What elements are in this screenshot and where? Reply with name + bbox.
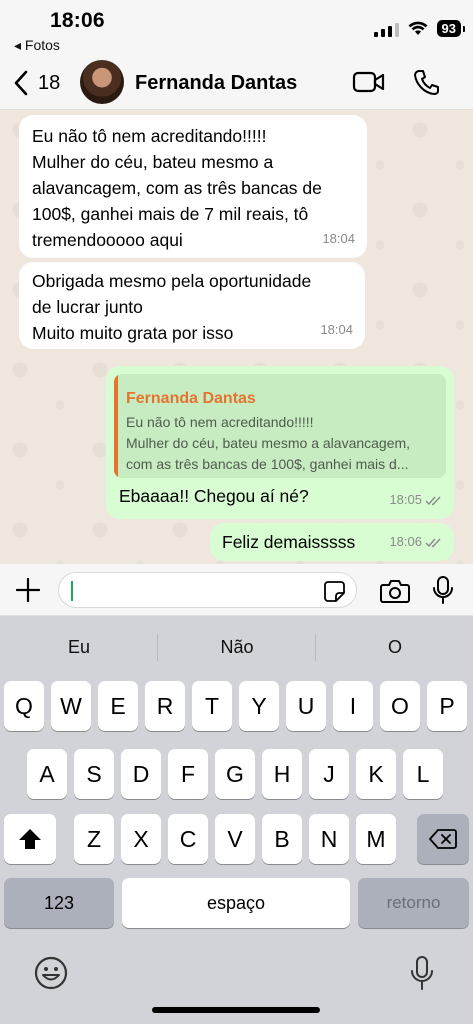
camera-icon[interactable] bbox=[380, 579, 410, 603]
key-p[interactable]: P bbox=[427, 681, 467, 731]
key-d[interactable]: D bbox=[121, 749, 161, 799]
key-q[interactable]: Q bbox=[4, 681, 44, 731]
home-indicator bbox=[152, 1007, 320, 1013]
cellular-signal-icon bbox=[373, 21, 399, 37]
key-n[interactable]: N bbox=[309, 814, 349, 864]
voice-call-icon[interactable] bbox=[413, 68, 439, 96]
battery-indicator: 93 bbox=[436, 20, 466, 37]
key-i[interactable]: I bbox=[333, 681, 373, 731]
chat-messages[interactable]: Eu não tô nem acreditando!!!!! Mulher do… bbox=[0, 110, 473, 564]
status-icons: 93 bbox=[373, 20, 466, 37]
microphone-icon[interactable] bbox=[432, 576, 454, 604]
message-text: Obrigada mesmo pela oportunidade de lucr… bbox=[32, 271, 312, 343]
attach-plus-icon[interactable] bbox=[16, 578, 40, 602]
key-x[interactable]: X bbox=[121, 814, 161, 864]
emoji-icon[interactable] bbox=[34, 956, 68, 990]
key-g[interactable]: G bbox=[215, 749, 255, 799]
space-key[interactable]: espaço bbox=[122, 878, 350, 928]
key-u[interactable]: U bbox=[286, 681, 326, 731]
message-text: Ebaaaa!! Chegou aí né? bbox=[119, 486, 309, 506]
key-f[interactable]: F bbox=[168, 749, 208, 799]
key-v[interactable]: V bbox=[215, 814, 255, 864]
key-a[interactable]: A bbox=[27, 749, 67, 799]
wifi-icon bbox=[408, 21, 428, 35]
status-time: 18:06 bbox=[50, 9, 105, 32]
key-l[interactable]: L bbox=[403, 749, 443, 799]
suggestion-item[interactable]: O bbox=[316, 637, 473, 658]
read-ticks-icon bbox=[425, 538, 441, 547]
quote-text: Eu não tô nem acreditando!!!!! Mulher do… bbox=[126, 414, 411, 472]
message-time: 18:04 bbox=[322, 231, 355, 246]
key-m[interactable]: M bbox=[356, 814, 396, 864]
unread-count[interactable]: 18 bbox=[38, 72, 60, 95]
quote-accent-bar bbox=[114, 374, 118, 478]
delete-key[interactable] bbox=[417, 814, 469, 864]
message-text: Feliz demaisssss bbox=[222, 532, 356, 552]
key-c[interactable]: C bbox=[168, 814, 208, 864]
keyboard: Eu Não O Q W E R T Y U I O P A S D F G H… bbox=[0, 616, 473, 1024]
message-outgoing[interactable]: Feliz demaisssss 18:06 bbox=[210, 523, 454, 561]
suggestion-item[interactable]: Não bbox=[158, 637, 316, 658]
video-call-icon[interactable] bbox=[352, 70, 386, 94]
message-meta: 18:04 bbox=[320, 317, 353, 343]
message-meta: 18:06 bbox=[389, 529, 442, 555]
suggestion-item[interactable]: Eu bbox=[0, 637, 158, 658]
key-t[interactable]: T bbox=[192, 681, 232, 731]
key-y[interactable]: Y bbox=[239, 681, 279, 731]
message-input[interactable] bbox=[58, 572, 357, 608]
key-o[interactable]: O bbox=[380, 681, 420, 731]
key-b[interactable]: B bbox=[262, 814, 302, 864]
key-w[interactable]: W bbox=[51, 681, 91, 731]
read-ticks-icon bbox=[425, 496, 441, 505]
shift-icon bbox=[19, 829, 41, 849]
message-meta: 18:04 bbox=[322, 226, 355, 252]
key-k[interactable]: K bbox=[356, 749, 396, 799]
key-h[interactable]: H bbox=[262, 749, 302, 799]
status-bar: 18:06 ◂ Fotos 93 bbox=[0, 0, 473, 56]
shift-key[interactable] bbox=[4, 814, 56, 864]
message-incoming[interactable]: Eu não tô nem acreditando!!!!! Mulher do… bbox=[19, 115, 367, 258]
back-to-app-link[interactable]: ◂ Fotos bbox=[14, 37, 60, 54]
back-chevron-icon[interactable] bbox=[10, 69, 34, 97]
key-s[interactable]: S bbox=[74, 749, 114, 799]
message-composer bbox=[0, 564, 473, 616]
key-z[interactable]: Z bbox=[74, 814, 114, 864]
numbers-key[interactable]: 123 bbox=[4, 878, 114, 928]
message-time: 18:04 bbox=[320, 322, 353, 337]
key-j[interactable]: J bbox=[309, 749, 349, 799]
text-caret bbox=[71, 581, 73, 601]
message-time: 18:06 bbox=[389, 534, 422, 549]
quoted-message[interactable]: Fernanda Dantas Eu não tô nem acreditand… bbox=[114, 374, 446, 478]
chat-header: 18 Fernanda Dantas bbox=[0, 56, 473, 110]
message-incoming[interactable]: Obrigada mesmo pela oportunidade de lucr… bbox=[19, 262, 365, 349]
key-r[interactable]: R bbox=[145, 681, 185, 731]
dictation-microphone-icon[interactable] bbox=[410, 956, 434, 990]
message-meta: 18:05 bbox=[389, 487, 442, 513]
backspace-icon bbox=[429, 829, 457, 849]
key-e[interactable]: E bbox=[98, 681, 138, 731]
contact-name[interactable]: Fernanda Dantas bbox=[135, 72, 297, 95]
sticker-icon[interactable] bbox=[324, 581, 345, 602]
suggestion-bar: Eu Não O bbox=[0, 616, 473, 678]
quote-author: Fernanda Dantas bbox=[126, 390, 256, 407]
message-outgoing-reply[interactable]: Fernanda Dantas Eu não tô nem acreditand… bbox=[106, 366, 454, 519]
message-text: Eu não tô nem acreditando!!!!! Mulher do… bbox=[32, 126, 322, 250]
return-key[interactable]: retorno bbox=[358, 878, 469, 928]
avatar[interactable] bbox=[80, 60, 124, 104]
message-time: 18:05 bbox=[389, 492, 422, 507]
